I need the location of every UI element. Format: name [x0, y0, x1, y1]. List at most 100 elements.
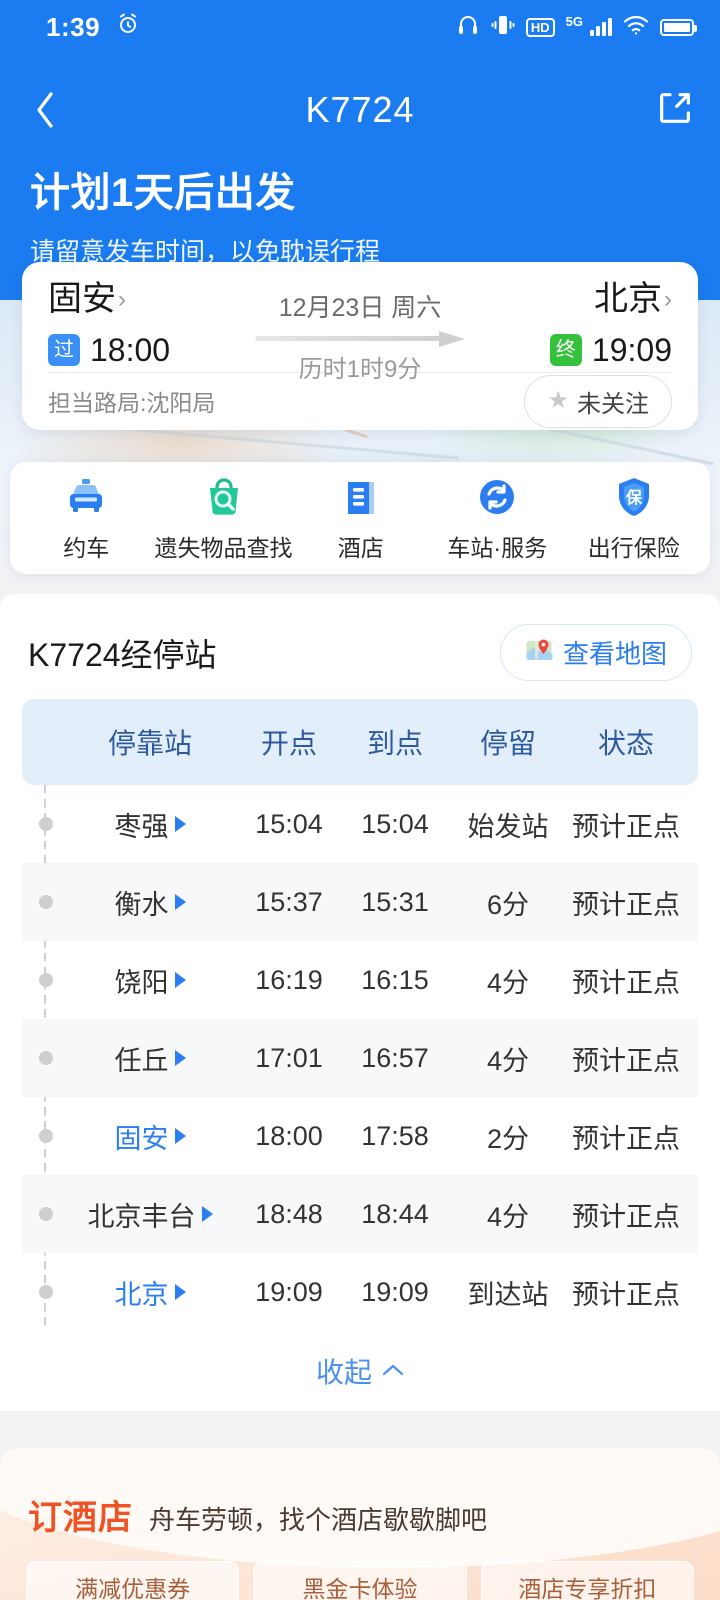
row-arrive-time: 16:57	[361, 1042, 429, 1073]
collapse-button[interactable]: 收起	[0, 1331, 720, 1411]
row-depart-time: 18:00	[255, 1120, 323, 1151]
chevron-right-icon	[174, 1128, 186, 1144]
taxi-icon	[63, 474, 109, 520]
row-station[interactable]: 固安	[70, 1117, 236, 1156]
hotel-building-icon	[338, 474, 384, 520]
share-button[interactable]	[630, 70, 720, 150]
row-arrive-time: 19:09	[361, 1276, 429, 1307]
journey-main-row: 固安› 过 18:00 12月23日 周六 历时1时9分 北京› 终 19:09	[22, 262, 698, 383]
promo-tag[interactable]: 酒店专享折扣	[480, 1561, 694, 1600]
departure-station[interactable]: 固安›	[48, 281, 238, 318]
service-label: 酒店	[337, 534, 384, 561]
row-station[interactable]: 北京丰台	[70, 1195, 236, 1234]
table-row[interactable]: 枣强 15:04 15:04 始发站 预计正点	[22, 785, 698, 863]
services-card: 约车 遗失物品查找 酒店 车站·服务 保 出行保险	[10, 462, 710, 574]
row-stay-duration: 始发站	[467, 811, 549, 842]
journey-middle-block: 12月23日 周六 历时1时9分	[238, 282, 482, 384]
promo-tag[interactable]: 黑金卡体验	[253, 1561, 467, 1600]
hotel-promo-header: 订酒店 舟车劳顿，找个酒店歇歇脚吧	[0, 1448, 720, 1539]
row-station[interactable]: 北京	[70, 1273, 236, 1312]
stops-table-header: 停靠站 开点 到点 停留 状态	[22, 699, 698, 785]
view-map-button[interactable]: 查看地图	[499, 624, 692, 681]
departure-time: 18:00	[90, 331, 171, 368]
map-pin-icon	[525, 636, 553, 669]
column-header-depart: 开点	[260, 728, 317, 759]
service-item-hotel[interactable]: 酒店	[293, 474, 430, 563]
stops-panel: K7724经停站 查看地图 停靠站 开点 到点 停留 状态 枣强 15:04 1…	[0, 594, 720, 1411]
page-title: K7724	[305, 89, 415, 130]
service-item-insurance[interactable]: 保 出行保险	[566, 474, 703, 563]
signal-bars-icon	[590, 18, 612, 36]
service-label: 遗失物品查找	[154, 534, 293, 561]
service-item-lost-and-found[interactable]: 遗失物品查找	[155, 474, 293, 563]
chevron-up-icon	[382, 1360, 404, 1383]
row-station[interactable]: 饶阳	[70, 961, 236, 1000]
navigation-bar: K7724	[0, 70, 720, 150]
row-stay-duration: 2分	[486, 1123, 530, 1154]
chevron-right-icon: ›	[118, 286, 126, 313]
journey-arrow-icon	[255, 331, 465, 347]
timeline-dot	[22, 895, 70, 909]
row-depart-time: 19:09	[255, 1276, 323, 1307]
chevron-right-icon	[174, 816, 186, 832]
row-status: 预计正点	[572, 811, 680, 842]
departure-block[interactable]: 固安› 过 18:00	[48, 281, 238, 369]
hotel-promo-card[interactable]: 订酒店 舟车劳顿，找个酒店歇歇脚吧 满减优惠券 黑金卡体验 酒店专享折扣	[0, 1448, 720, 1600]
journey-duration: 历时1时9分	[298, 356, 422, 383]
row-depart-time: 17:01	[255, 1042, 323, 1073]
hotel-promo-title: 订酒店	[28, 1499, 133, 1537]
hero-title: 计划1天后出发	[30, 171, 296, 215]
column-header-arrive: 到点	[366, 728, 423, 759]
service-item-station-service[interactable]: 车站·服务	[429, 474, 566, 563]
promo-tag[interactable]: 满减优惠券	[26, 1561, 240, 1600]
row-arrive-time: 17:58	[361, 1120, 429, 1151]
timeline-dot	[22, 1129, 70, 1143]
row-station[interactable]: 枣强	[70, 805, 236, 844]
status-bar: 1:39 HD 5G	[0, 0, 720, 54]
chevron-right-icon: ›	[664, 286, 672, 313]
row-depart-time: 15:04	[255, 808, 323, 839]
timeline-dot	[22, 1051, 70, 1065]
table-row[interactable]: 北京 19:09 19:09 到达站 预计正点	[22, 1253, 698, 1331]
hd-icon: HD	[525, 17, 555, 37]
arrival-block[interactable]: 北京› 终 19:09	[482, 281, 672, 369]
row-status: 预计正点	[572, 1123, 680, 1154]
timeline-dot	[22, 1207, 70, 1221]
column-header-station: 停靠站	[107, 728, 192, 759]
row-station[interactable]: 衡水	[70, 883, 236, 922]
timeline-dot	[22, 973, 70, 987]
column-header-stay: 停留	[479, 728, 536, 759]
chevron-right-icon	[174, 894, 186, 910]
journey-date: 12月23日 周六	[278, 294, 442, 322]
row-status: 预计正点	[572, 889, 680, 920]
follow-button[interactable]: ★ 未关注	[524, 374, 672, 428]
row-stay-duration: 4分	[486, 1045, 530, 1076]
row-status: 预计正点	[572, 967, 680, 998]
service-label: 出行保险	[587, 534, 680, 561]
column-header-status: 状态	[597, 728, 654, 759]
svg-text:保: 保	[625, 488, 643, 507]
table-row[interactable]: 北京丰台 18:48 18:44 4分 预计正点	[22, 1175, 698, 1253]
back-button[interactable]	[0, 70, 90, 150]
wifi-icon	[623, 15, 649, 40]
timeline-dot	[22, 817, 70, 831]
timeline-dot	[22, 1285, 70, 1299]
table-row[interactable]: 饶阳 16:19 16:15 4分 预计正点	[22, 941, 698, 1019]
row-station[interactable]: 任丘	[70, 1039, 236, 1078]
table-row[interactable]: 衡水 15:37 15:31 6分 预计正点	[22, 863, 698, 941]
row-station-name: 北京	[114, 1279, 169, 1310]
arrival-time: 19:09	[591, 331, 672, 368]
status-bar-icons: HD 5G	[456, 13, 697, 42]
table-row[interactable]: 任丘 17:01 16:57 4分 预计正点	[22, 1019, 698, 1097]
service-item-taxi[interactable]: 约车	[18, 474, 155, 563]
table-row[interactable]: 固安 18:00 17:58 2分 预计正点	[22, 1097, 698, 1175]
row-depart-time: 18:48	[255, 1198, 323, 1229]
railway-bureau-label: 担当路局:沈阳局	[48, 390, 216, 416]
arrival-station[interactable]: 北京›	[482, 281, 672, 318]
row-depart-time: 16:19	[255, 964, 323, 995]
departure-type-badge: 过	[48, 334, 80, 367]
journey-summary-card[interactable]: 固安› 过 18:00 12月23日 周六 历时1时9分 北京› 终 19:09	[22, 262, 698, 430]
row-status: 预计正点	[572, 1201, 680, 1232]
chevron-right-icon	[201, 1206, 213, 1222]
row-station-name: 饶阳	[114, 967, 169, 998]
